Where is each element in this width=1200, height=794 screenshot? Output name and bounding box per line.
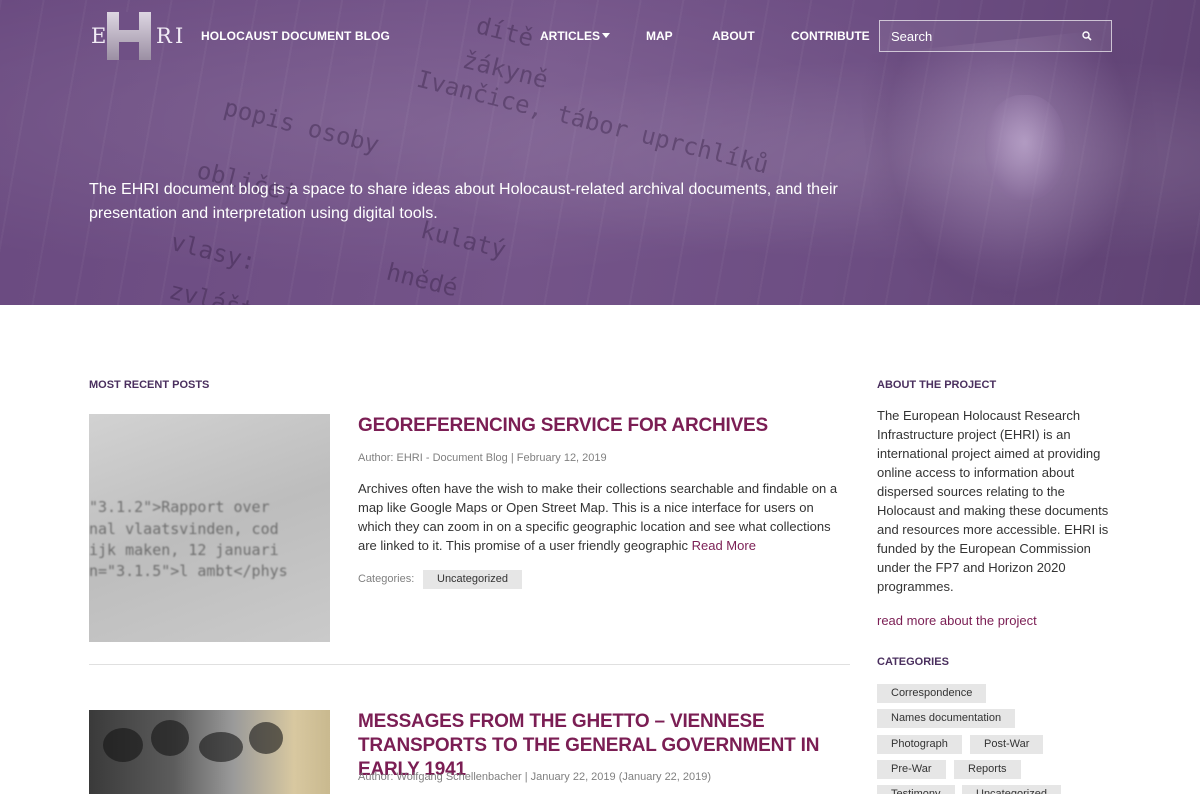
- hero-banner: popis osoby obličej vlasy: zvláštní kula…: [0, 0, 1200, 305]
- post-excerpt-text: Archives often have the wish to make the…: [358, 481, 838, 553]
- category-tag[interactable]: Photograph: [877, 735, 962, 754]
- search-box: [879, 20, 1112, 52]
- categories-heading: CATEGORIES: [877, 656, 949, 668]
- logo-h-mark: [107, 12, 151, 60]
- post-meta: Author: EHRI - Document Blog | February …: [358, 452, 607, 464]
- post-thumbnail[interactable]: "3.1.2">Rapport over nal vlaatsvinden, c…: [89, 414, 330, 642]
- thumbnail-text: "3.1.2">Rapport over: [89, 498, 270, 516]
- recent-posts-heading: MOST RECENT POSTS: [89, 379, 210, 391]
- logo-letter: R: [156, 24, 173, 48]
- category-tag[interactable]: Post-War: [970, 735, 1044, 754]
- post-category-tag[interactable]: Uncategorized: [423, 570, 522, 589]
- category-tag[interactable]: Testimony: [877, 785, 955, 794]
- category-tag[interactable]: Pre-War: [877, 760, 946, 779]
- thumbnail-figure: [199, 732, 243, 762]
- nav-articles[interactable]: ARTICLES: [540, 29, 610, 43]
- thumbnail-figure: [249, 722, 283, 754]
- category-tag[interactable]: Uncategorized: [962, 785, 1061, 794]
- site-title[interactable]: HOLOCAUST DOCUMENT BLOG: [201, 29, 390, 43]
- nav-about[interactable]: ABOUT: [712, 29, 755, 43]
- search-icon[interactable]: [1082, 31, 1092, 41]
- nav-contribute[interactable]: CONTRIBUTE: [791, 29, 870, 43]
- category-tag[interactable]: Names documentation: [877, 709, 1016, 728]
- post-meta: Author: Wolfgang Schellenbacher | Januar…: [358, 771, 712, 783]
- caret-down-icon: [602, 33, 610, 38]
- read-more-about-link[interactable]: read more about the project: [877, 613, 1037, 628]
- thumbnail-text: ijk maken, 12 januari: [89, 541, 279, 559]
- search-input[interactable]: [880, 21, 1070, 51]
- thumbnail-text: n="3.1.5">l ambt</phys: [89, 562, 288, 580]
- thumbnail-figure: [103, 728, 143, 762]
- logo-letter: I: [175, 24, 185, 48]
- hero-tagline: The EHRI document blog is a space to sha…: [89, 181, 838, 222]
- ehri-logo[interactable]: E R I: [89, 12, 185, 60]
- post-thumbnail[interactable]: [89, 710, 330, 794]
- hero-portrait-face: [985, 95, 1065, 200]
- post-excerpt: Archives often have the wish to make the…: [358, 479, 850, 555]
- thumbnail-text: nal vlaatsvinden, cod: [89, 520, 279, 538]
- categories-label: Categories:: [358, 573, 415, 585]
- thumbnail-figure: [151, 720, 189, 756]
- nav-articles-label: ARTICLES: [540, 29, 600, 43]
- nav-map[interactable]: MAP: [646, 29, 673, 43]
- post-divider: [89, 664, 850, 665]
- category-tag[interactable]: Reports: [954, 760, 1021, 779]
- logo-letter: E: [91, 24, 108, 48]
- category-tag[interactable]: Correspondence: [877, 684, 987, 703]
- about-project-heading: ABOUT THE PROJECT: [877, 379, 997, 391]
- read-more-link[interactable]: Read More: [692, 538, 756, 553]
- about-project-text: The European Holocaust Research Infrastr…: [877, 408, 1109, 594]
- post-title[interactable]: GEOREFERENCING SERVICE FOR ARCHIVES: [358, 414, 848, 438]
